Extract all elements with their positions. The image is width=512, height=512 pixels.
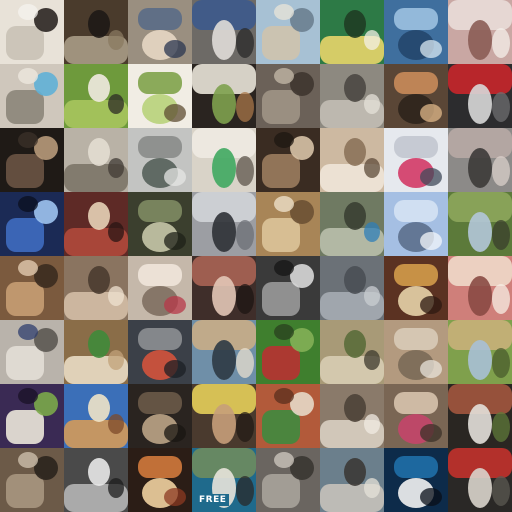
photo-tile-people-dining <box>64 256 128 320</box>
photo-tile-sandwich <box>64 384 128 448</box>
photo-tile-free-sign-street: FREE <box>192 448 256 512</box>
photo-tile-tennis-player <box>320 0 384 64</box>
photo-tile-man-bw <box>64 448 128 512</box>
photo-tile-market-stalls <box>128 192 192 256</box>
photo-tile-cake-decorated <box>64 320 128 384</box>
photo-tile-food-plate-dark <box>192 64 256 128</box>
photo-tile-people-group <box>64 128 128 192</box>
photo-tile-family-indoor <box>0 256 64 320</box>
photo-tile-crowd-dinner <box>64 192 128 256</box>
photo-tile-kitchen-bright <box>320 128 384 192</box>
photo-tile-people-indoor <box>256 64 320 128</box>
photo-tile-dog-yard <box>320 320 384 384</box>
photo-tile-giraffes-grass <box>448 320 512 384</box>
photo-tile-cat-face <box>128 320 192 384</box>
photo-tile-room-interior <box>320 384 384 448</box>
photo-tile-buildings-sky <box>384 320 448 384</box>
photo-tile-kitchen-dark <box>0 448 64 512</box>
photo-tile-frisbee-room <box>128 256 192 320</box>
photo-tile-bus-street <box>448 448 512 512</box>
photo-tile-flooded-street <box>256 448 320 512</box>
photo-tile-woman-dog <box>192 320 256 384</box>
photo-tile-street-cars <box>128 128 192 192</box>
photo-tile-shop-display <box>448 384 512 448</box>
photo-tile-cat-laptop <box>0 64 64 128</box>
photo-tile-motorcycles <box>448 64 512 128</box>
photo-tile-camera-tripod-studio <box>0 0 64 64</box>
photo-tile-girl-room <box>384 384 448 448</box>
photo-tile-street-vendor <box>320 192 384 256</box>
photo-tile-cat-closeup <box>320 448 384 512</box>
photo-tile-boy-eating <box>384 64 448 128</box>
photo-tile-tv-screen <box>0 192 64 256</box>
photo-tile-child-with-food <box>448 0 512 64</box>
photo-tile-bananas-girl <box>192 384 256 448</box>
photo-tile-table-dark <box>128 384 192 448</box>
photo-tile-office-people <box>0 320 64 384</box>
photo-tile-indoor-window-table <box>64 0 128 64</box>
photo-tile-cyclists-street <box>192 0 256 64</box>
photo-tile-football-field <box>256 320 320 384</box>
photo-tile-dark-kitchen <box>0 128 64 192</box>
photo-tile-overcast-sky <box>320 256 384 320</box>
photo-tile-salad-plate <box>128 64 192 128</box>
photo-tile-person-eating <box>128 0 192 64</box>
photo-tile-tennis-court-player <box>256 384 320 448</box>
photo-tile-restaurant-counter <box>256 128 320 192</box>
photo-tile-skateboarder <box>320 64 384 128</box>
photo-tile-beach-people <box>256 0 320 64</box>
photo-tile-plate-veggies <box>192 128 256 192</box>
photo-tile-clock-building <box>448 128 512 192</box>
photo-tile-kite-rider <box>384 128 448 192</box>
free-sign-text: FREE <box>196 494 230 506</box>
photo-tile-field-horses <box>448 192 512 256</box>
photo-tile-room-bw <box>256 256 320 320</box>
photo-tile-zebra-grass <box>64 64 128 128</box>
photo-tile-pizza-plate <box>384 256 448 320</box>
photo-tile-living-room <box>256 192 320 256</box>
photo-tile-people-party <box>192 256 256 320</box>
photo-tile-airplanes-sky <box>384 192 448 256</box>
photo-tile-city-night-photo <box>384 448 448 512</box>
photo-tile-sea-watercraft <box>384 0 448 64</box>
photo-tile-motorcycle-street <box>192 192 256 256</box>
photo-tile-kids-toys <box>448 256 512 320</box>
photo-tile-plate-food <box>0 384 64 448</box>
photo-mosaic-grid: FREE <box>0 0 512 512</box>
photo-tile-pizza-slices <box>128 448 192 512</box>
